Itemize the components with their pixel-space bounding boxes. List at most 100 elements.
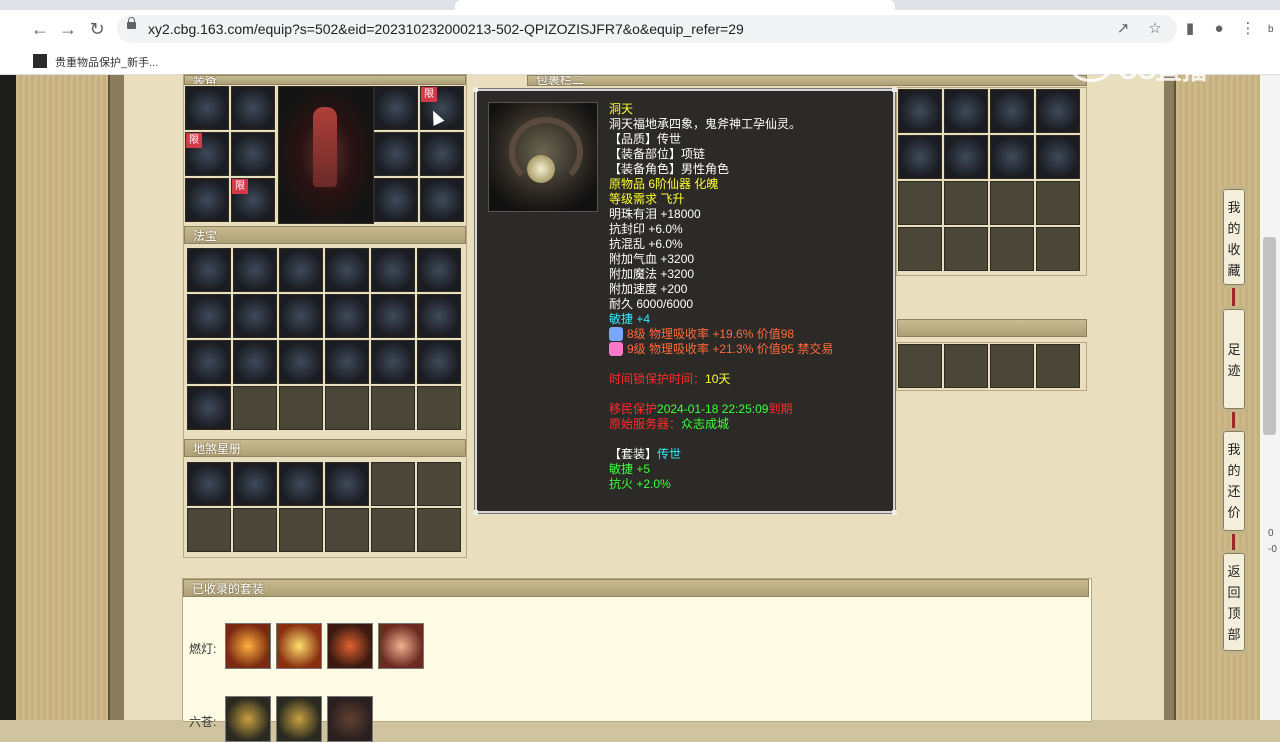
equip-slot-xian-4[interactable] — [420, 132, 464, 176]
item-attribute-line: 附加速度 +200 — [609, 282, 688, 296]
fabao-slot[interactable] — [187, 340, 231, 384]
fabao-slot[interactable] — [325, 386, 369, 430]
equip-slot-belt[interactable] — [185, 178, 229, 222]
character-portrait[interactable] — [278, 86, 374, 224]
lock-icon[interactable] — [127, 17, 136, 29]
side-button-char: 回 — [1227, 585, 1241, 600]
fabao-slot[interactable] — [417, 340, 461, 384]
item-description: 洞天福地承四象，鬼斧神工孕仙灵。 — [609, 117, 802, 131]
dishu-slot[interactable] — [233, 508, 277, 552]
gem-text: 8级 物理吸收率 +19.6% 价值98 — [627, 327, 795, 341]
dishu-slot[interactable] — [325, 508, 369, 552]
fabao-slot[interactable] — [371, 248, 415, 292]
fabao-slot[interactable] — [371, 294, 415, 338]
necklace-item-image — [488, 102, 598, 212]
my-counteroffer-label: 我的还价 — [1223, 439, 1245, 523]
my-favorites-button[interactable]: 我的收藏 — [1220, 186, 1248, 288]
equip-slot-helmet[interactable] — [185, 86, 229, 130]
fabao-slot[interactable] — [233, 248, 277, 292]
equip-slot-xian-3[interactable] — [374, 132, 418, 176]
forward-arrow-icon[interactable]: → — [58, 19, 78, 39]
dishu-slot[interactable] — [279, 462, 323, 506]
set-item-icon[interactable] — [225, 623, 271, 669]
tooltip-lines: 洞天 洞天福地承四象，鬼斧神工孕仙灵。 【品质】传世 【装备部位】项链 【装备角色】… — [609, 102, 833, 492]
item-name: 洞天 — [609, 102, 634, 116]
set-item-icon[interactable] — [378, 623, 424, 669]
fabao-slot[interactable] — [187, 294, 231, 338]
equip-slot-xian-1[interactable] — [374, 86, 418, 130]
set-item-icon[interactable] — [327, 696, 373, 742]
page-scrollbar[interactable] — [1260, 75, 1280, 720]
fabao-slot[interactable] — [279, 386, 323, 430]
fabao-slot[interactable] — [325, 340, 369, 384]
fabao-slot[interactable] — [417, 294, 461, 338]
my-favorites-label: 我的收藏 — [1223, 197, 1245, 281]
fabao-slot[interactable] — [187, 248, 231, 292]
reload-icon[interactable]: ↻ — [87, 19, 107, 39]
set-item-icon[interactable] — [276, 623, 322, 669]
right-rail — [1164, 75, 1176, 720]
url-text[interactable]: xy2.cbg.163.com/equip?s=502&eid=20231023… — [148, 21, 744, 37]
equip-panel-header: 装备 — [184, 75, 466, 85]
side-button-char: 返 — [1227, 564, 1241, 579]
equip-slot-xian-2[interactable]: 限 — [420, 86, 464, 130]
fabao-slot[interactable] — [279, 294, 323, 338]
fabao-slot[interactable] — [187, 386, 231, 430]
equip-slot-xian-5[interactable] — [374, 178, 418, 222]
bookmark-favicon-icon[interactable] — [33, 54, 47, 68]
active-tab[interactable] — [455, 0, 895, 10]
set-item-icon[interactable] — [276, 696, 322, 742]
dishu-slot[interactable] — [187, 462, 231, 506]
equip-slot-necklace[interactable] — [231, 86, 275, 130]
tooltip-corner-tl — [473, 87, 478, 92]
gem-icon — [609, 342, 623, 356]
dishu-slot[interactable] — [233, 462, 277, 506]
profile-icon[interactable]: ● — [1209, 19, 1229, 39]
dishu-slot[interactable] — [371, 508, 415, 552]
fabao-slot[interactable] — [325, 248, 369, 292]
bookmark-item[interactable]: 贵重物品保护_新手... — [55, 54, 158, 70]
history-button[interactable]: 足迹 — [1220, 306, 1248, 412]
side-button-char: 部 — [1227, 627, 1241, 642]
fabao-slot[interactable] — [371, 386, 415, 430]
back-to-top-button[interactable]: 返回顶部 — [1220, 550, 1248, 654]
set-item-icon[interactable] — [327, 623, 373, 669]
set-item-icon[interactable] — [225, 696, 271, 742]
back-arrow-icon[interactable]: ← — [30, 19, 50, 39]
gem-line: 8级 物理吸收率 +19.6% 价值98 — [609, 327, 833, 342]
equip-slot-weapon[interactable]: 限 — [185, 132, 229, 176]
dishu-slot[interactable] — [417, 462, 461, 506]
fabao-slot[interactable] — [371, 340, 415, 384]
bookmark-star-icon[interactable]: ☆ — [1145, 19, 1165, 39]
dishu-slot[interactable] — [325, 462, 369, 506]
scrollbar-thumb[interactable] — [1263, 237, 1276, 435]
share-icon[interactable]: ↗ — [1113, 19, 1133, 39]
address-bar[interactable]: xy2.cbg.163.com/equip?s=502&eid=20231023… — [117, 15, 1177, 43]
dishu-slot[interactable] — [417, 508, 461, 552]
offscreen-text: 0 — [1268, 528, 1274, 539]
fabao-slot[interactable] — [279, 340, 323, 384]
equip-slot-xian-6[interactable] — [420, 178, 464, 222]
fabao-slot[interactable] — [233, 340, 277, 384]
set-row1-label: 燃灯: — [189, 642, 217, 656]
fabao-slot[interactable] — [417, 386, 461, 430]
equip-slot-shoes[interactable]: 限 — [231, 178, 275, 222]
dishu-slot[interactable] — [371, 462, 415, 506]
equip-slot-armor[interactable] — [231, 132, 275, 176]
dishu-slot[interactable] — [187, 508, 231, 552]
side-connector — [1232, 288, 1235, 306]
my-counteroffer-button[interactable]: 我的还价 — [1220, 428, 1248, 534]
item-gems: 8级 物理吸收率 +19.6% 价值98 9级 物理吸收率 +21.3% 价值95… — [609, 327, 833, 357]
fabao-slot[interactable] — [233, 294, 277, 338]
menu-kebab-icon[interactable]: ⋮ — [1238, 19, 1258, 39]
tooltip-corner-bl — [473, 510, 478, 515]
fabao-slot[interactable] — [233, 386, 277, 430]
fabao-slot[interactable] — [325, 294, 369, 338]
equip-right-grid: 限 — [374, 86, 464, 222]
side-panel-icon[interactable]: ▮ — [1180, 19, 1200, 39]
dishu-slot[interactable] — [279, 508, 323, 552]
set-row2-label: 六苍: — [189, 715, 217, 729]
fabao-slot[interactable] — [279, 248, 323, 292]
fabao-slot[interactable] — [417, 248, 461, 292]
